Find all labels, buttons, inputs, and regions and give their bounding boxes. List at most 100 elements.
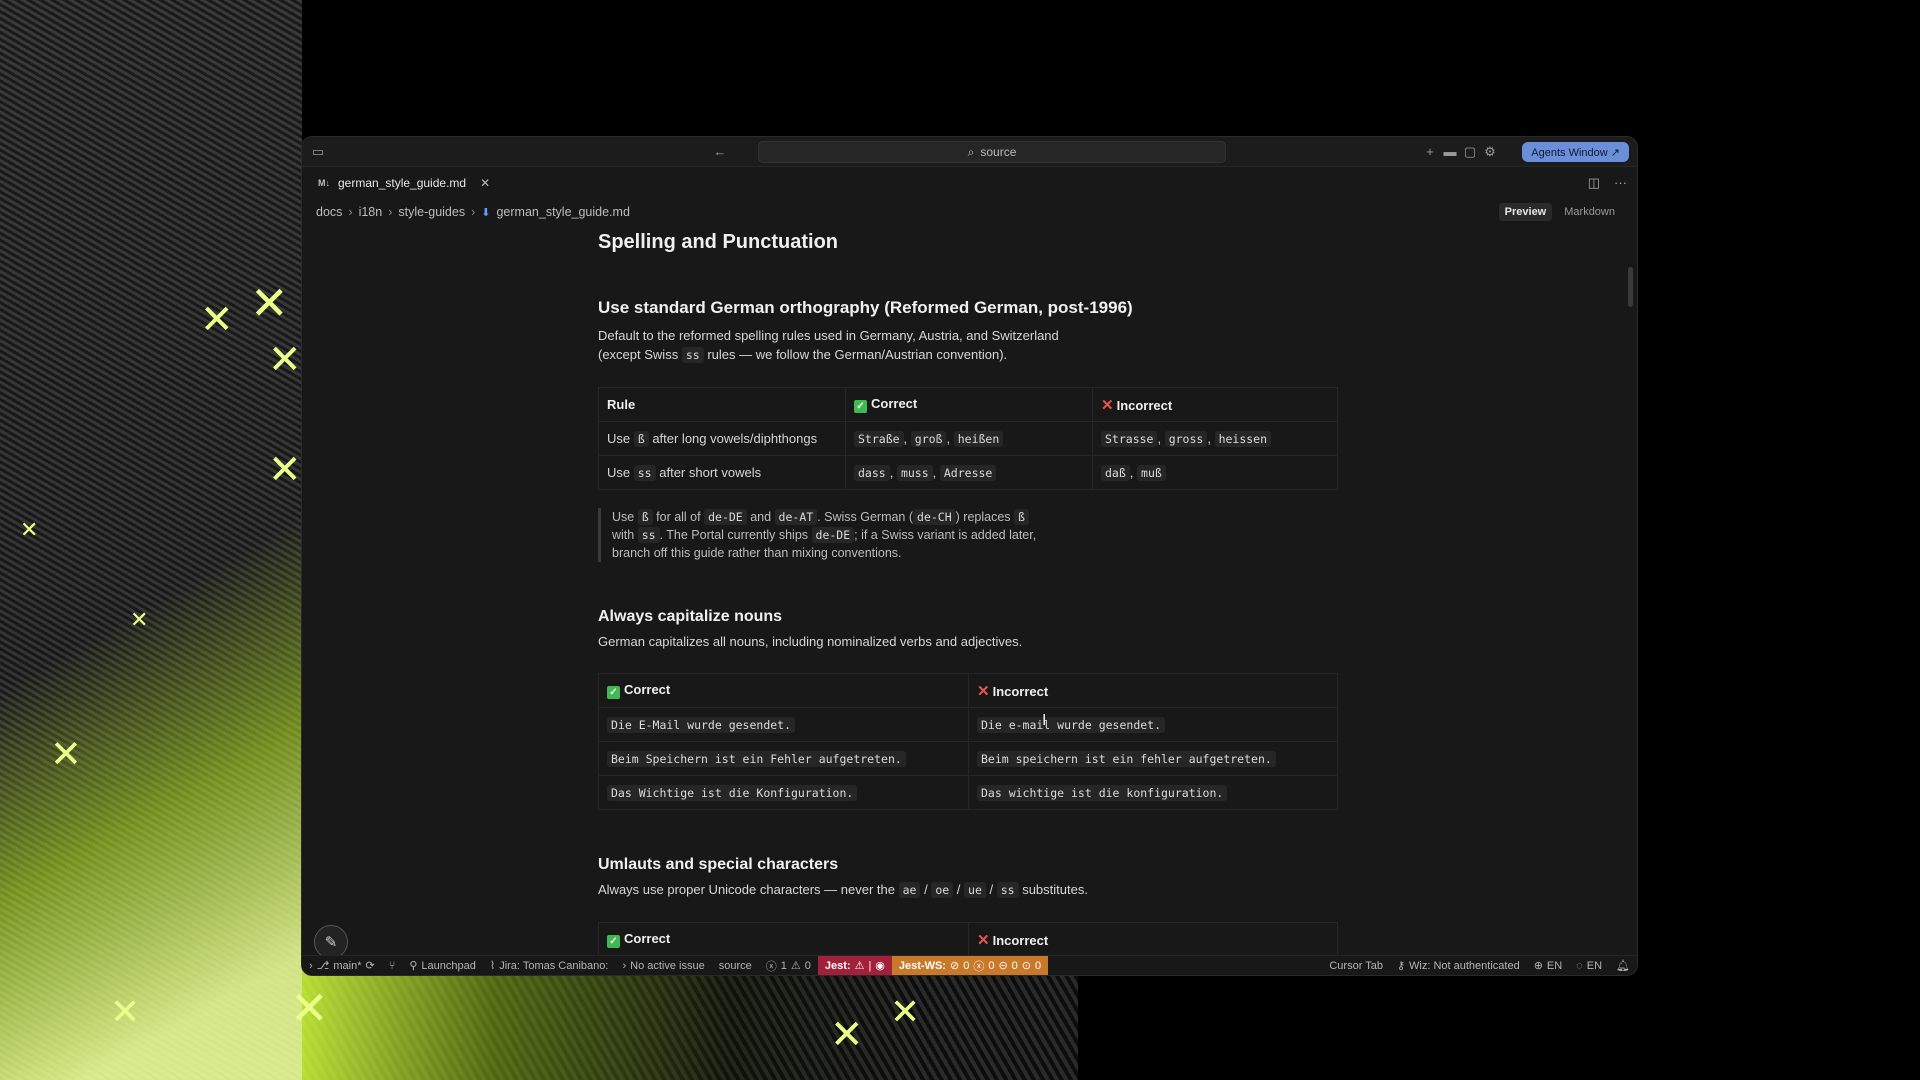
jest-label: Jest: bbox=[824, 959, 851, 972]
cross-icon: ✕ bbox=[977, 682, 990, 700]
header-text: Correct bbox=[624, 931, 671, 946]
table-cell: dass, muss, Adresse bbox=[845, 455, 1093, 490]
jest-item[interactable]: Jest: ⚠ | ◉ bbox=[817, 955, 892, 975]
pencil-icon: ✎ bbox=[324, 934, 338, 951]
text: for all of bbox=[656, 510, 701, 524]
breadcrumb-item[interactable]: style-guides bbox=[398, 205, 465, 219]
wallpaper-cross-icon: ✕ bbox=[290, 981, 329, 1035]
inline-code: groß bbox=[910, 431, 947, 447]
wallpaper-cross-icon: ✕ bbox=[200, 297, 234, 343]
jest-ws-item[interactable]: Jest-WS: ⊘ 0 ⓧ 0 ⊝ 0 ⊙ 0 bbox=[891, 955, 1049, 975]
table-row: Beim Speichern ist ein Fehler aufgetrete… bbox=[598, 741, 1338, 776]
wallpaper-left-panel bbox=[0, 0, 302, 1080]
wallpaper-cross-icon: ✕ bbox=[250, 276, 289, 330]
tab-german-style-guide[interactable]: M↓ german_style_guide.md ✕ bbox=[310, 170, 500, 196]
table-cell: Beim Speichern ist ein Fehler aufgetrete… bbox=[598, 741, 969, 776]
wiz-label: Wiz: Not authenticated bbox=[1409, 959, 1520, 972]
cursor-tab-item[interactable]: Cursor Tab bbox=[1322, 956, 1390, 976]
breadcrumb-item[interactable]: docs bbox=[316, 205, 342, 219]
inline-code: gross bbox=[1164, 431, 1208, 447]
problems-item[interactable]: ⓧ 1 ⚠ 0 bbox=[759, 956, 818, 976]
cursor-tab-label: Cursor Tab bbox=[1329, 959, 1383, 972]
panel-layout-icon[interactable]: ▬ bbox=[1442, 144, 1458, 160]
source-label: source bbox=[718, 959, 752, 972]
warning-icon: ⚠ bbox=[790, 960, 801, 972]
table-cell: Strasse, gross, heissen bbox=[1092, 421, 1338, 456]
gear-icon[interactable]: ⚙ bbox=[1482, 144, 1498, 160]
preview-mode-button[interactable]: Preview bbox=[1498, 203, 1553, 221]
editor-window: ▭ ← ⌕ source + ▬ ▢ ⚙ Agents Window ↗ M↓ … bbox=[302, 137, 1637, 975]
eye-icon: ◉ bbox=[875, 960, 885, 972]
warning-icon: ⚠ bbox=[854, 960, 865, 972]
error-count: 1 bbox=[780, 959, 787, 972]
paragraph-umlauts: Always use proper Unicode characters — n… bbox=[598, 882, 1088, 898]
git-branch-item[interactable]: › ⎇ main* ⟳ bbox=[302, 956, 382, 976]
agents-window-button[interactable]: Agents Window ↗ bbox=[1522, 142, 1629, 162]
markdown-file-icon: M↓ bbox=[318, 178, 330, 188]
sync-icon: ⟳ bbox=[365, 960, 375, 972]
text: substitutes. bbox=[1022, 882, 1088, 897]
text-cursor-icon: I bbox=[1042, 712, 1047, 729]
inline-code: Straße bbox=[854, 431, 904, 447]
wiz-item[interactable]: ⚷ Wiz: Not authenticated bbox=[1390, 956, 1527, 976]
breadcrumb-item[interactable]: german_style_guide.md bbox=[496, 205, 629, 219]
wallpaper-cross-icon: ✕ bbox=[830, 1012, 864, 1058]
fail-icon: ⓧ bbox=[973, 960, 985, 973]
back-arrow-icon[interactable]: ← bbox=[712, 144, 728, 160]
table-row: Das Wichtige ist die Konfiguration. Das … bbox=[598, 775, 1338, 810]
scrollbar-thumb[interactable] bbox=[1628, 267, 1633, 307]
nouns-table: ✓ Correct ✕ Incorrect Die E-Mail wurde ges… bbox=[598, 673, 1338, 810]
inline-code: ae bbox=[898, 882, 921, 898]
jira-item[interactable]: ⌇ Jira: Tomas Canibano: bbox=[483, 956, 616, 976]
more-actions-icon[interactable]: ··· bbox=[1614, 175, 1627, 191]
search-icon: ⌕ bbox=[967, 144, 975, 159]
skip-icon: ⊝ bbox=[998, 960, 1008, 972]
inline-code: daß bbox=[1101, 465, 1130, 481]
bell-icon: 🔔︎ bbox=[1616, 960, 1630, 972]
breadcrumb: docs › i18n › style-guides › ⬇ german_st… bbox=[316, 205, 630, 219]
chat-icon[interactable]: ▢ bbox=[1462, 144, 1478, 160]
status-bar-right: Cursor Tab ⚷ Wiz: Not authenticated ⊕ EN… bbox=[1322, 956, 1637, 976]
text: rules — we follow the German/Austrian co… bbox=[707, 347, 1008, 362]
table-cell: Das Wichtige ist die Konfiguration. bbox=[598, 775, 969, 810]
table-cell: Die e-mail wurde gesendet. bbox=[968, 707, 1338, 742]
text: Use bbox=[607, 431, 631, 446]
inline-code: de-CH bbox=[913, 509, 956, 525]
markdown-file-icon: ⬇ bbox=[481, 206, 491, 219]
table-cell: Use ß after long vowels/diphthongs bbox=[598, 421, 846, 456]
source-item[interactable]: source bbox=[712, 956, 759, 976]
source-control-item[interactable]: ⑂ bbox=[382, 956, 403, 976]
close-icon[interactable]: ✕ bbox=[480, 176, 490, 190]
inline-code: ss bbox=[681, 347, 704, 363]
spellcheck-language-item[interactable]: ◌ EN bbox=[1569, 956, 1609, 976]
text: after short vowels bbox=[659, 465, 762, 480]
inline-code: ss bbox=[637, 527, 660, 543]
spellcheck-label: EN bbox=[1586, 959, 1603, 972]
launchpad-item[interactable]: ⚲ Launchpad bbox=[402, 956, 483, 976]
table-header-row: ✓ Correct ✕ Incorrect bbox=[598, 922, 1338, 957]
command-search-bar[interactable]: ⌕ source bbox=[758, 141, 1226, 163]
table-cell: Straße, groß, heißen bbox=[845, 421, 1093, 456]
issue-item[interactable]: › No active issue bbox=[615, 956, 711, 976]
inline-code: ue bbox=[964, 882, 986, 898]
edit-pencil-button[interactable]: ✎ bbox=[314, 925, 348, 959]
notifications-item[interactable]: 🔔︎ bbox=[1609, 956, 1637, 976]
markdown-mode-button[interactable]: Markdown bbox=[1558, 203, 1621, 221]
tab-bar: M↓ german_style_guide.md ✕ ◫ ··· bbox=[302, 167, 1637, 197]
table-row: Die E-Mail wurde gesendet. Die e-mail wu… bbox=[598, 707, 1338, 742]
toggle-sidebar-icon[interactable]: ▭ bbox=[310, 144, 326, 160]
language-item[interactable]: ⊕ EN bbox=[1527, 956, 1570, 976]
table-header: ✓ Correct bbox=[598, 673, 969, 708]
cross-icon: ✕ bbox=[977, 931, 990, 949]
table-header: ✓ Correct bbox=[598, 922, 969, 957]
table-cell: daß, muß bbox=[1092, 455, 1338, 490]
table-header: ✕ Incorrect bbox=[1092, 387, 1338, 422]
breadcrumb-item[interactable]: i18n bbox=[359, 205, 383, 219]
inline-code: Die e-mail wurde gesendet. bbox=[977, 717, 1166, 733]
table-header: ✕ Incorrect bbox=[968, 673, 1338, 708]
wallpaper-cross-icon: ✕ bbox=[130, 608, 149, 633]
plus-icon[interactable]: + bbox=[1422, 144, 1438, 160]
header-text: Correct bbox=[871, 396, 918, 411]
jestws-count: 0 bbox=[1035, 959, 1042, 972]
split-editor-icon[interactable]: ◫ bbox=[1588, 175, 1600, 191]
